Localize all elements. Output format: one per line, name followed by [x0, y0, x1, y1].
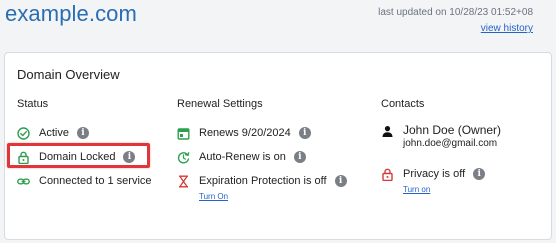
unlock-icon: [381, 168, 394, 181]
owner-email: john.doe@gmail.com: [403, 138, 498, 149]
contacts-header: Contacts: [381, 98, 425, 110]
auto-renew-row: Auto-Renew is on i: [177, 148, 306, 166]
status-active-label: Active: [39, 127, 69, 139]
renewal-date-label: Renews 9/20/2024: [199, 127, 291, 139]
status-connected-label: Connected to 1 service: [39, 175, 152, 187]
person-icon: [381, 125, 394, 138]
info-icon[interactable]: i: [293, 151, 306, 163]
lock-icon: [17, 151, 30, 164]
turn-on-expiration-link[interactable]: Turn On: [199, 192, 228, 201]
status-active-row: Active i: [17, 124, 89, 142]
last-updated-text: last updated on 10/28/23 01:52+08: [378, 7, 533, 18]
status-locked-label: Domain Locked: [39, 151, 116, 163]
status-connected-row: Connected to 1 service: [17, 172, 152, 190]
status-locked-row: Domain Locked i: [17, 148, 136, 166]
view-history-link[interactable]: view history: [481, 22, 533, 35]
calendar-icon: [177, 127, 190, 140]
status-header: Status: [17, 98, 49, 110]
renewal-header: Renewal Settings: [177, 98, 263, 110]
link-icon: [17, 175, 30, 188]
info-icon[interactable]: i: [334, 175, 347, 187]
owner-contact: John Doe (Owner) john.doe@gmail.com: [381, 123, 501, 150]
expiration-protection-row: Expiration Protection is off i: [177, 172, 347, 190]
auto-renew-icon: [177, 151, 190, 164]
expiration-protection-label: Expiration Protection is off: [199, 175, 327, 187]
domain-title: example.com: [5, 1, 137, 26]
check-circle-icon: [17, 126, 30, 140]
info-icon[interactable]: i: [298, 127, 311, 139]
privacy-row: Privacy is off i: [381, 165, 486, 183]
owner-name: John Doe (Owner): [403, 123, 502, 137]
card-title: Domain Overview: [17, 67, 120, 82]
info-icon[interactable]: i: [123, 151, 136, 163]
renewal-date-row: Renews 9/20/2024 i: [177, 124, 311, 142]
info-icon[interactable]: i: [76, 127, 89, 139]
hourglass-icon: [177, 175, 190, 188]
info-icon[interactable]: i: [473, 168, 486, 180]
auto-renew-label: Auto-Renew is on: [199, 151, 286, 163]
domain-overview-card: Domain Overview Status Active i Domain L…: [4, 52, 552, 240]
turn-on-privacy-link[interactable]: Turn on: [403, 185, 430, 194]
privacy-label: Privacy is off: [403, 168, 466, 180]
